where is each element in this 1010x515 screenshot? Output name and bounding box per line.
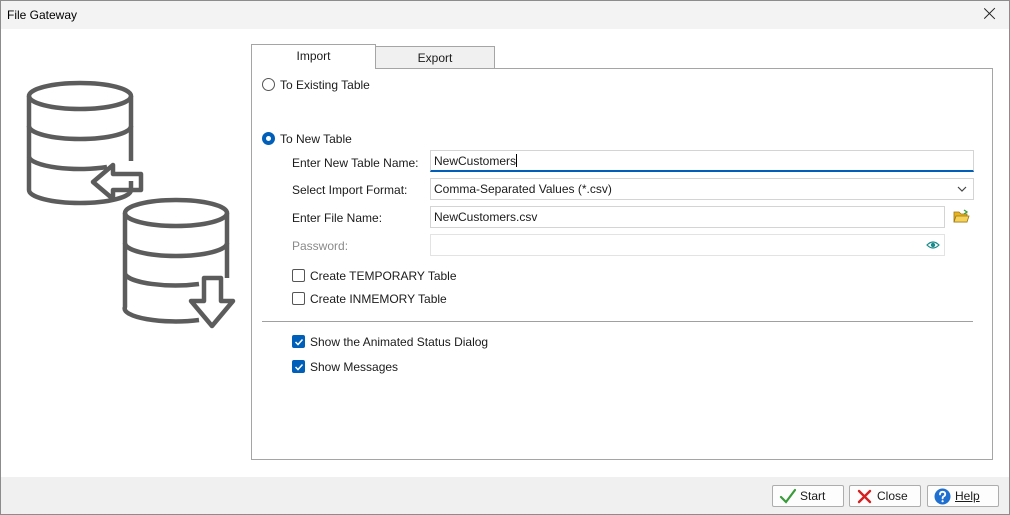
animated-status-label[interactable]: Show the Animated Status Dialog — [310, 335, 488, 349]
to-existing-table-label[interactable]: To Existing Table — [280, 78, 370, 92]
table-name-value: NewCustomers — [434, 154, 517, 168]
show-messages-checkbox[interactable] — [292, 360, 305, 373]
inmemory-table-label[interactable]: Create INMEMORY Table — [310, 292, 447, 306]
import-format-select[interactable]: Comma-Separated Values (*.csv) — [430, 178, 974, 200]
section-divider — [262, 321, 973, 322]
start-button[interactable]: Start — [772, 485, 844, 507]
help-button[interactable]: Help — [927, 485, 999, 507]
temporary-table-checkbox[interactable] — [292, 269, 305, 282]
eye-icon[interactable] — [926, 240, 940, 250]
table-name-input[interactable]: NewCustomers — [430, 150, 974, 172]
title-bar: File Gateway — [1, 1, 1009, 29]
password-input[interactable] — [430, 234, 945, 256]
checkmark-icon — [294, 363, 304, 371]
tab-export[interactable]: Export — [375, 46, 495, 70]
temporary-table-label[interactable]: Create TEMPORARY Table — [310, 269, 457, 283]
password-label: Password: — [292, 239, 349, 253]
red-x-icon — [857, 489, 872, 504]
checkmark-icon — [294, 338, 304, 346]
chevron-down-icon — [957, 186, 967, 192]
checkmark-icon — [779, 488, 796, 504]
question-mark-icon — [934, 488, 951, 505]
to-new-table-radio[interactable] — [262, 132, 275, 145]
text-caret — [516, 154, 518, 167]
show-messages-label[interactable]: Show Messages — [310, 360, 398, 374]
file-name-value: NewCustomers.csv — [434, 210, 538, 224]
inmemory-table-checkbox[interactable] — [292, 292, 305, 305]
help-button-label: Help — [955, 489, 980, 503]
tab-import[interactable]: Import — [251, 44, 376, 69]
open-folder-icon[interactable] — [953, 209, 970, 224]
to-new-table-label[interactable]: To New Table — [280, 132, 352, 146]
animated-status-checkbox[interactable] — [292, 335, 305, 348]
start-button-label: Start — [800, 489, 826, 503]
close-button[interactable]: Close — [849, 485, 921, 507]
window-title: File Gateway — [7, 8, 78, 22]
import-format-value: Comma-Separated Values (*.csv) — [434, 182, 612, 196]
to-existing-table-radio[interactable] — [262, 78, 275, 91]
import-format-label: Select Import Format: — [292, 183, 408, 197]
import-tab-panel — [251, 68, 993, 460]
database-import-icon — [26, 80, 236, 329]
close-icon[interactable] — [981, 5, 999, 23]
file-gateway-dialog: File Gateway Export Import To Existing T — [0, 0, 1010, 515]
file-name-input[interactable]: NewCustomers.csv — [430, 206, 945, 228]
close-button-label: Close — [877, 489, 908, 503]
table-name-label: Enter New Table Name: — [292, 156, 419, 170]
file-name-label: Enter File Name: — [292, 211, 383, 225]
